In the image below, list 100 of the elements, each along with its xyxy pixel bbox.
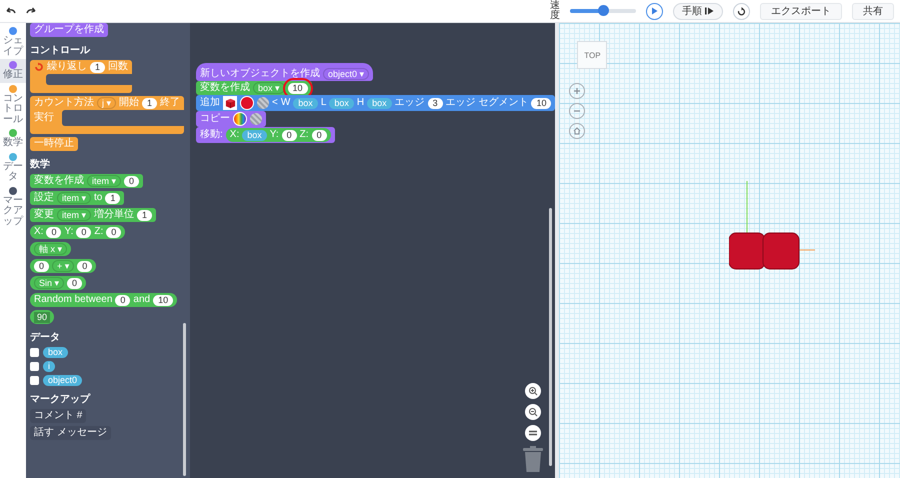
block-label: 実行 [34,112,54,124]
block-label: 繰り返し [47,61,87,73]
checkbox[interactable] [30,362,39,371]
block-label: 変数を作成 [34,175,84,187]
block-label: 開始 [119,97,140,109]
code-block[interactable]: グループを作成 [30,23,108,37]
block-label: Random between [34,294,112,306]
number-input[interactable]: 10 [153,294,174,306]
reset-icon[interactable] [737,6,746,16]
code-block[interactable]: 設定 item ▾ to 1 [30,191,124,205]
number-input[interactable]: 0 [34,260,50,272]
code-block[interactable]: X: 0 Y: 0 Z: 0 [30,225,126,239]
category-tab[interactable]: コントロール [0,82,26,127]
code-block[interactable]: Random between 0 and 10 [30,293,178,307]
block-label: 変数を作成 [200,82,250,94]
category-tab[interactable]: マークアップ [0,184,26,229]
block-label: W [280,97,290,109]
block-label: メッセージ [57,427,107,439]
step-icon[interactable] [705,7,714,15]
code-block[interactable]: コピー [196,111,266,127]
color-swatch[interactable] [240,96,254,110]
number-input[interactable]: 1 [142,98,158,108]
share-button[interactable]: 共有 [852,2,894,20]
play-button[interactable] [646,2,663,20]
block-label: Z: [300,129,309,141]
code-block[interactable]: Sin ▾ 0 [30,276,86,290]
category-heading: 数学 [30,158,51,171]
category-label: 数学 [3,138,23,148]
category-tab[interactable]: 修正 [0,59,26,82]
play-icon[interactable] [651,7,658,15]
code-block[interactable]: 移動: X: box Y: 0 Z: 0 [196,127,335,143]
scrollbar[interactable] [549,208,552,466]
undo-icon[interactable] [6,7,16,15]
trash-icon[interactable] [523,446,544,472]
cube-swatch[interactable] [223,96,237,110]
code-block[interactable]: 追加 < W box L box H box エッジ 3 エッジ セグメント 10 [196,95,556,111]
block-label: X: [230,129,240,141]
material-swatch[interactable] [257,97,269,109]
number-input[interactable]: 1 [90,62,106,72]
view-cube[interactable]: TOP [577,41,608,69]
block-label: 移動: [200,129,223,141]
block-label: Y: [64,226,74,238]
slider-thumb[interactable] [598,5,609,16]
number-input[interactable]: 0 [124,176,140,186]
zoom-out-icon[interactable] [525,404,542,420]
code-block[interactable]: 変数を作成 item ▾ 0 [30,174,144,188]
redo-icon[interactable] [26,7,36,15]
zoom-in-icon[interactable] [525,383,542,399]
code-block[interactable]: 90 [30,310,54,324]
home-view-icon[interactable] [569,123,586,139]
block-label: エッジ [394,97,425,109]
block-label: エッジ セグメント [446,97,528,109]
number-input[interactable]: 0 [106,226,122,238]
block-label: 設定 [34,192,54,204]
checkbox[interactable] [30,348,39,357]
number-input[interactable]: 0 [46,226,62,238]
export-button[interactable]: エクスポート [760,2,842,20]
block-label: 増分単位 [94,209,134,221]
material-swatch[interactable] [250,113,262,125]
category-label: コントロール [3,94,23,125]
block-label: 終了 [160,97,180,109]
category-tab[interactable]: 数学 [0,127,26,150]
number-input[interactable]: 0 [76,226,92,238]
category-label: 修正 [3,70,23,80]
code-block[interactable]: カウント方法 j ▾ 開始 1 終了 実行 [30,96,184,134]
category-heading: データ [30,331,61,344]
number-input[interactable]: 0 [282,130,297,140]
block-label: 追加 [200,97,220,109]
block-label: H [356,97,364,109]
dropdown[interactable]: object0 ▾ [323,68,370,80]
step-button[interactable]: 手順 [673,2,723,20]
number-input[interactable]: 0 [312,130,327,140]
reset-zoom-icon[interactable] [525,425,542,441]
number-field[interactable]: 90 [34,312,50,322]
number-input[interactable]: 10 [288,82,308,94]
number-input[interactable]: 1 [105,192,120,204]
category-label: マークアップ [3,196,23,227]
scrollbar[interactable] [183,323,186,476]
number-input[interactable]: 0 [115,294,130,306]
number-input[interactable]: 0 [77,260,92,272]
code-block[interactable]: 話す メッセージ [30,426,111,440]
number-input[interactable]: 0 [67,278,82,288]
code-block[interactable]: 新しいオブジェクトを作成 object0 ▾ [196,63,374,81]
checkbox[interactable] [30,376,39,385]
reset-button[interactable] [733,2,750,20]
code-block[interactable]: 繰り返し 1 回数 [30,60,132,93]
number-input[interactable]: 3 [428,98,443,108]
inner-block[interactable]: X: box Y: 0 Z: 0 [226,128,331,142]
category-tab[interactable]: シェイプ [0,25,26,59]
code-block[interactable]: 0 + ▾ 0 [30,259,96,273]
number-input[interactable]: 10 [531,98,552,108]
rainbow-swatch[interactable] [233,112,247,126]
category-tab[interactable]: データ [0,150,26,184]
repeat-icon [34,62,44,72]
code-block[interactable]: 変更 item ▾ 増分単位 1 [30,208,156,222]
block-label: 新しいオブジェクトを作成 [200,68,320,80]
block-label: 一時停止 [34,138,74,150]
code-block[interactable]: コメント # [30,409,86,423]
code-block[interactable]: 変数を作成 box ▾ 10 [196,81,312,95]
number-input[interactable]: 1 [137,210,152,220]
